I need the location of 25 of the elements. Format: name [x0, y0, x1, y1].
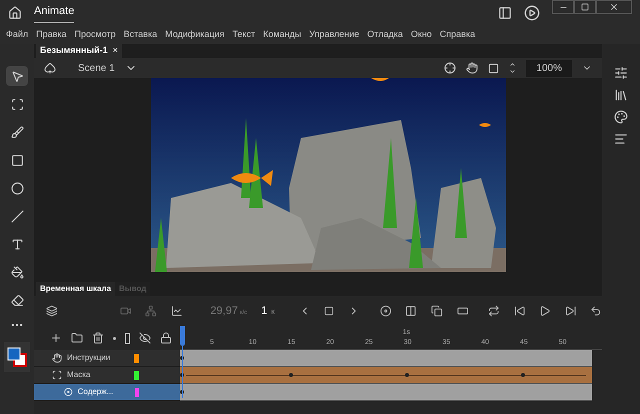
menu-item[interactable]: Просмотр — [72, 28, 119, 42]
menu-item[interactable]: Вставка — [120, 28, 160, 42]
menu-item[interactable]: Правка — [33, 28, 70, 42]
menu-item[interactable]: Текст — [229, 28, 258, 42]
layer-row[interactable]: Маска — [34, 367, 180, 384]
menu-item[interactable]: Управление — [306, 28, 362, 42]
panel-tab[interactable]: Временная шкала — [36, 282, 116, 296]
document-title: Безымянный-1 — [40, 44, 108, 58]
menu-item[interactable]: Команды — [260, 28, 304, 42]
layer-row[interactable]: Содерж... — [34, 384, 180, 401]
menu-item[interactable]: Отладка — [364, 28, 406, 42]
menu-item[interactable]: Справка — [436, 28, 478, 42]
document-tab[interactable]: Безымянный-1 × — [36, 44, 122, 58]
layer-name[interactable]: Инструкции — [67, 352, 133, 364]
frame-value[interactable]: 1 — [261, 302, 268, 320]
scene-name[interactable]: Scene 1 — [78, 60, 115, 76]
menu-item[interactable]: Модификация — [162, 28, 228, 42]
layer-name[interactable]: Маска — [67, 369, 133, 381]
layer-row[interactable]: Инструкции — [34, 350, 180, 367]
menu-item[interactable]: Файл — [3, 28, 32, 42]
zoom-field[interactable]: 100% — [526, 60, 572, 76]
tab-close[interactable]: × — [112, 44, 118, 58]
menu-item[interactable]: Окно — [408, 28, 435, 42]
layer-name[interactable]: Содерж... — [78, 386, 135, 398]
app-name[interactable]: Animate — [34, 3, 74, 23]
